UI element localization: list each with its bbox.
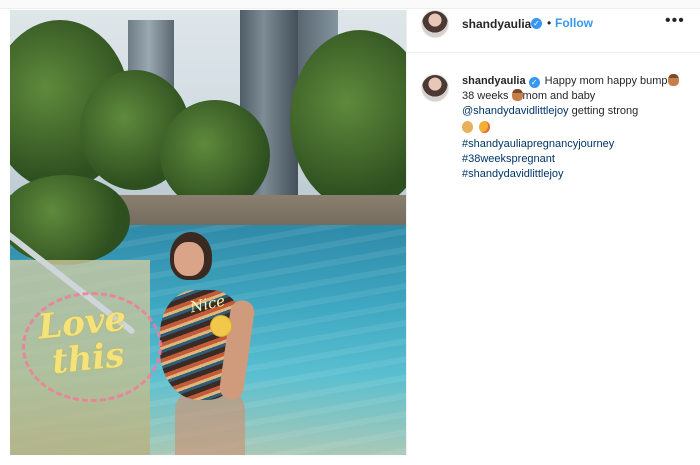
person-face [174, 242, 204, 276]
dot-separator: • [547, 16, 552, 30]
pregnant-woman-emoji-icon [511, 89, 523, 101]
caption-avatar[interactable] [421, 74, 449, 102]
top-strip [0, 0, 700, 9]
mention-link[interactable]: @shandydavidlittlejoy [462, 105, 569, 117]
post-image[interactable]: Love this Nice [10, 10, 406, 455]
caption-line2b: mom and baby [522, 90, 596, 102]
flexed-biceps-emoji-icon [462, 121, 473, 133]
hashtag-link[interactable]: #shandydavidlittlejoy [462, 167, 692, 182]
verified-badge-icon: ✓ [531, 18, 542, 29]
sticker-love-this: Love this [36, 299, 131, 383]
smiley-sticker-icon [210, 315, 232, 337]
sticker-love-line2: this [49, 334, 127, 383]
post-header: shandyaulia ✓ • Follow ••• [407, 10, 700, 53]
header-username[interactable]: shandyaulia [462, 17, 531, 31]
caption-username[interactable]: shandyaulia [462, 75, 526, 87]
caption-line1: Happy mom happy bump [544, 75, 668, 87]
more-options-icon[interactable]: ••• [665, 12, 685, 30]
smiling-face-emoji-icon [479, 121, 490, 133]
caption-text: shandyaulia ✓ Happy mom happy bump 38 wee… [462, 74, 692, 182]
avatar[interactable] [421, 10, 449, 38]
divider [406, 380, 407, 455]
hashtag-link[interactable]: #shandyauliapregnancyjourney [462, 137, 692, 152]
verified-badge-icon: ✓ [528, 77, 540, 88]
hashtag-link[interactable]: #38weekspregnant [462, 152, 692, 167]
follow-button[interactable]: Follow [555, 16, 593, 30]
caption-line2: 38 weeks [462, 90, 509, 102]
caption-mention-tail: getting strong [568, 105, 639, 117]
palm-tree [160, 100, 270, 210]
instagram-post-modal: Love this Nice shandyaulia ✓ • Follow ••… [0, 0, 700, 465]
pregnant-woman-emoji-icon [667, 74, 679, 86]
post-side-panel: shandyaulia ✓ • Follow ••• shandyaulia ✓ … [406, 10, 700, 455]
